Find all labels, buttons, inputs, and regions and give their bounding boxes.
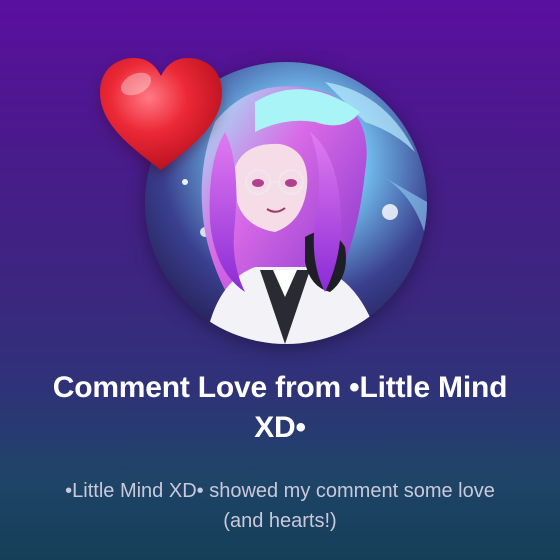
heart-icon xyxy=(100,58,222,170)
notification-title: Comment Love from •Little Mind XD• xyxy=(52,371,508,444)
comment-love-notification[interactable]: Comment Love from •Little Mind XD• •Litt… xyxy=(0,0,560,560)
notification-message: •Little Mind XD• showed my comment some … xyxy=(65,480,495,532)
